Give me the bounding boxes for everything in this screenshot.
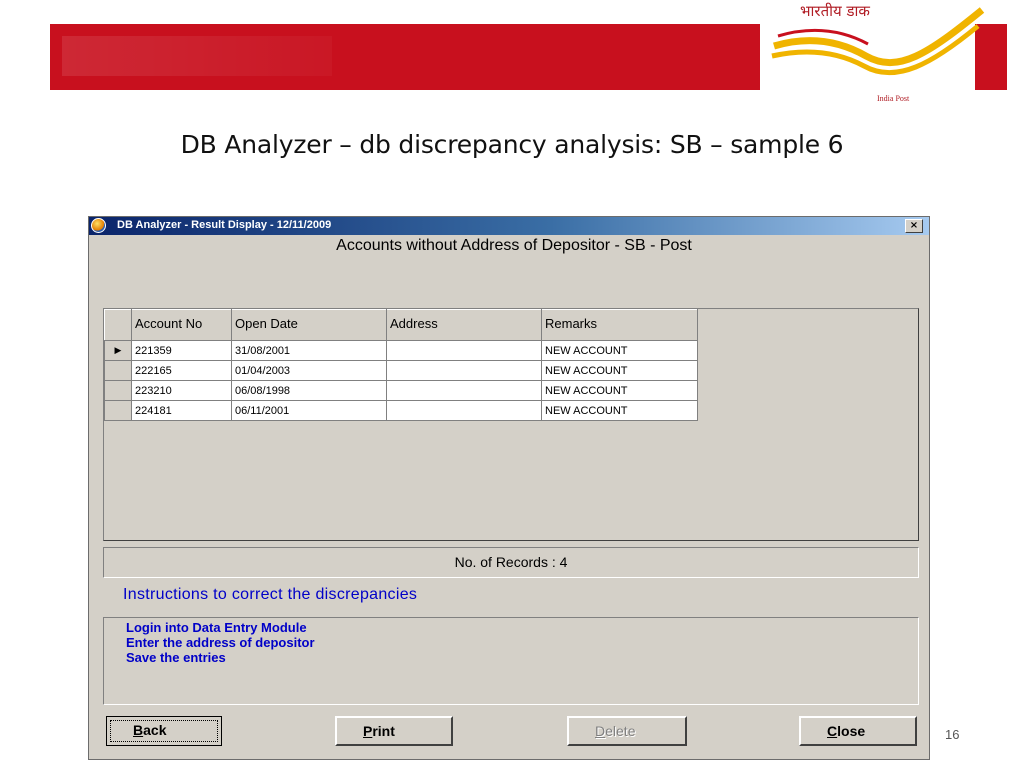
window-title: DB Analyzer - Result Display - 12/11/200… bbox=[117, 219, 332, 231]
cell-open-date[interactable]: 06/11/2001 bbox=[231, 400, 387, 421]
table-row[interactable]: 222165 01/04/2003 NEW ACCOUNT bbox=[104, 360, 698, 381]
cell-address[interactable] bbox=[386, 380, 542, 401]
delete-button-label: elete bbox=[605, 723, 636, 739]
close-button-accel: C bbox=[827, 723, 838, 739]
row-indicator bbox=[104, 380, 132, 401]
cell-address[interactable] bbox=[386, 360, 542, 381]
india-post-logo-icon bbox=[771, 7, 985, 76]
column-header-account-no[interactable]: Account No bbox=[131, 309, 232, 341]
instructions-box: Login into Data Entry Module Enter the a… bbox=[103, 617, 919, 705]
column-header-open-date[interactable]: Open Date bbox=[231, 309, 387, 341]
current-row-indicator-icon: ▶ bbox=[104, 340, 132, 361]
instruction-step: Save the entries bbox=[126, 650, 226, 665]
cell-account-no[interactable]: 222165 bbox=[131, 360, 232, 381]
cell-address[interactable] bbox=[386, 400, 542, 421]
cell-remarks[interactable]: NEW ACCOUNT bbox=[541, 340, 698, 361]
cell-address[interactable] bbox=[386, 340, 542, 361]
cell-open-date[interactable]: 01/04/2003 bbox=[231, 360, 387, 381]
cell-account-no[interactable]: 224181 bbox=[131, 400, 232, 421]
accounts-grid[interactable]: Account No Open Date Address Remarks ▶ 2… bbox=[103, 308, 919, 541]
close-window-button[interactable]: × bbox=[905, 219, 923, 233]
banner-gloss bbox=[62, 36, 332, 76]
print-button-label: rint bbox=[372, 723, 395, 739]
delete-button[interactable]: Delete bbox=[567, 716, 687, 746]
cell-remarks[interactable]: NEW ACCOUNT bbox=[541, 360, 698, 381]
page-number: 16 bbox=[945, 727, 960, 742]
result-display-window: DB Analyzer - Result Display - 12/11/200… bbox=[88, 216, 930, 760]
print-button[interactable]: Print bbox=[335, 716, 453, 746]
slide-title: DB Analyzer – db discrepancy analysis: S… bbox=[180, 130, 844, 159]
logo-english-text: India Post bbox=[877, 94, 910, 103]
table-header-row: Account No Open Date Address Remarks bbox=[104, 309, 698, 341]
column-header-address[interactable]: Address bbox=[386, 309, 542, 341]
cell-remarks[interactable]: NEW ACCOUNT bbox=[541, 380, 698, 401]
table-row[interactable]: ▶ 221359 31/08/2001 NEW ACCOUNT bbox=[104, 340, 698, 361]
instruction-step: Enter the address of depositor bbox=[126, 635, 315, 650]
record-count: No. of Records : 4 bbox=[103, 547, 919, 578]
close-button[interactable]: Close bbox=[799, 716, 917, 746]
column-header-remarks[interactable]: Remarks bbox=[541, 309, 698, 341]
row-indicator bbox=[104, 400, 132, 421]
cell-account-no[interactable]: 223210 bbox=[131, 380, 232, 401]
close-button-label: lose bbox=[837, 723, 866, 739]
result-heading: Accounts without Address of Depositor - … bbox=[336, 237, 692, 254]
row-indicator bbox=[104, 360, 132, 381]
cell-open-date[interactable]: 31/08/2001 bbox=[231, 340, 387, 361]
instructions-title: Instructions to correct the discrepancie… bbox=[123, 586, 418, 603]
cell-open-date[interactable]: 06/08/1998 bbox=[231, 380, 387, 401]
row-indicator-header bbox=[104, 309, 132, 341]
accounts-table: Account No Open Date Address Remarks ▶ 2… bbox=[104, 309, 698, 421]
cell-account-no[interactable]: 221359 bbox=[131, 340, 232, 361]
instruction-step: Login into Data Entry Module bbox=[126, 620, 307, 635]
print-button-accel: P bbox=[363, 723, 373, 739]
app-icon bbox=[91, 218, 106, 233]
table-row[interactable]: 223210 06/08/1998 NEW ACCOUNT bbox=[104, 380, 698, 401]
delete-button-accel: D bbox=[595, 723, 606, 739]
back-button-label: ack bbox=[143, 722, 167, 738]
back-button-accel: B bbox=[133, 722, 144, 738]
window-titlebar[interactable]: DB Analyzer - Result Display - 12/11/200… bbox=[89, 217, 929, 235]
cell-remarks[interactable]: NEW ACCOUNT bbox=[541, 400, 698, 421]
table-row[interactable]: 224181 06/11/2001 NEW ACCOUNT bbox=[104, 400, 698, 421]
back-button[interactable]: Back bbox=[106, 716, 222, 746]
